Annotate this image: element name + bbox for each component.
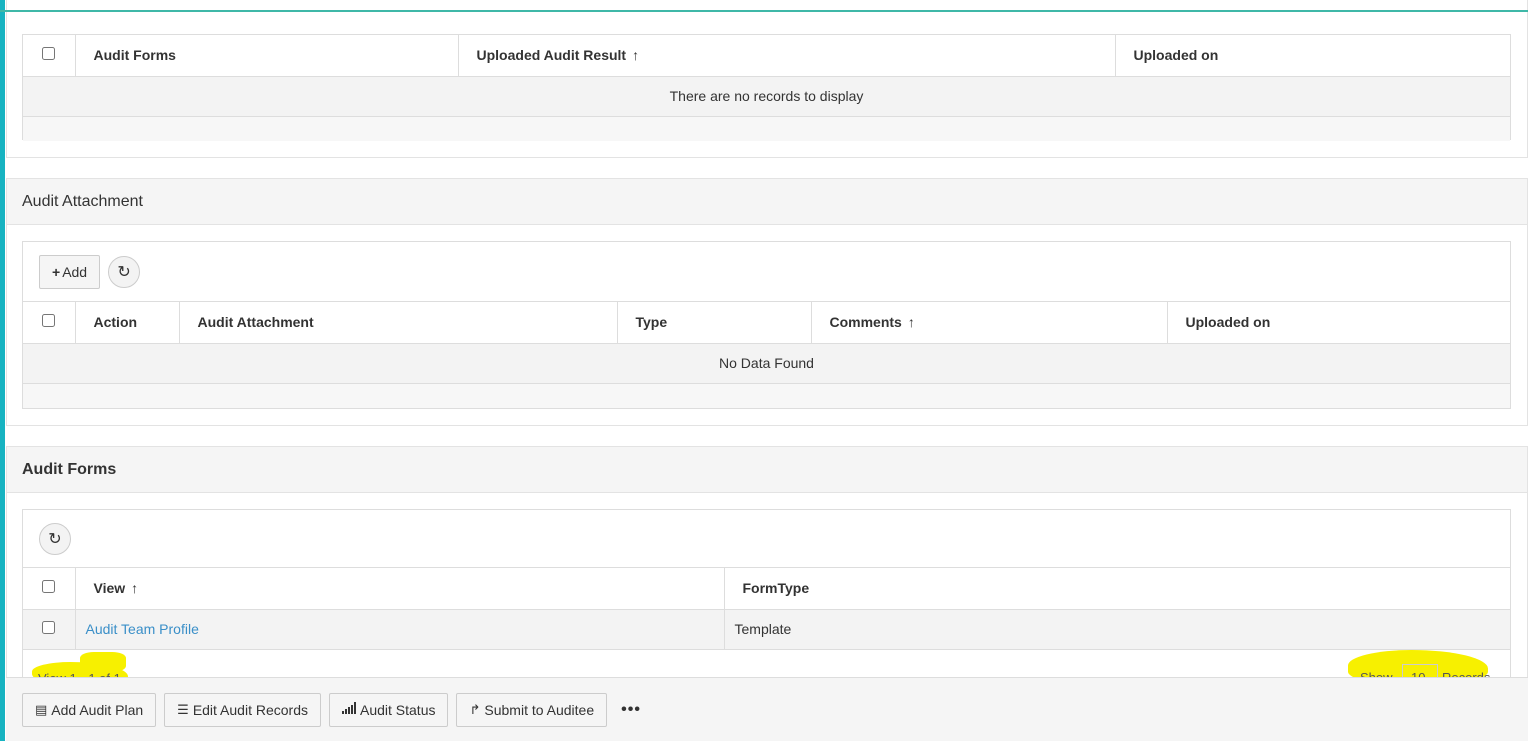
select-all-checkbox[interactable]	[42, 47, 56, 61]
refresh-icon: ↻	[48, 530, 62, 548]
col-audit-attachment[interactable]: Audit Attachment	[179, 302, 618, 344]
list-icon: ☰	[177, 701, 189, 717]
row-select-cell	[23, 609, 76, 650]
refresh-icon: ↻	[117, 263, 131, 281]
grid-footer	[23, 383, 1510, 408]
edit-audit-records-button[interactable]: ☰ Edit Audit Records	[164, 692, 321, 727]
select-all-cell	[23, 35, 76, 77]
audit-team-profile-link[interactable]: Audit Team Profile	[86, 621, 199, 637]
refresh-button[interactable]: ↻	[108, 255, 141, 288]
col-formtype[interactable]: FormType	[724, 568, 1510, 610]
left-accent-strip	[0, 0, 5, 741]
sort-up-icon: ↑	[907, 314, 915, 331]
bottom-action-bar: ▤ Add Audit Plan ☰ Edit Audit Records Audi…	[6, 677, 1528, 741]
select-all-checkbox[interactable]	[42, 314, 56, 328]
share-icon: ↱	[469, 701, 481, 717]
sort-up-icon: ↑	[131, 580, 139, 597]
add-audit-plan-button[interactable]: ▤ Add Audit Plan	[22, 692, 157, 727]
col-uploaded-audit-result[interactable]: Uploaded Audit Result ↑	[458, 35, 1116, 77]
empty-message: No Data Found	[23, 343, 1510, 384]
col-uploaded-on[interactable]: Uploaded on	[1115, 35, 1510, 77]
formtype-cell: Template	[724, 609, 1510, 650]
panel-title: Audit Attachment	[7, 179, 1527, 225]
calendar-icon: ▤	[35, 701, 48, 717]
highlight-mark-left-top	[80, 652, 126, 672]
submit-to-auditee-button[interactable]: ↱ Submit to Auditee	[456, 692, 608, 727]
refresh-button[interactable]: ↻	[39, 522, 71, 555]
plus-icon: +	[52, 263, 61, 280]
sort-up-icon: ↑	[632, 47, 640, 64]
col-comments[interactable]: Comments ↑	[811, 302, 1168, 344]
audit-status-button[interactable]: Audit Status	[328, 692, 449, 727]
audit-attachment-grid: + Add ↻ Action Audit Attachment Type Comm…	[22, 241, 1511, 409]
audit-forms-grid: ↻ View ↑ FormType Audit Team Profile Temp…	[22, 509, 1511, 679]
empty-message: There are no records to display	[23, 76, 1510, 117]
table-row: Audit Team Profile Template	[23, 609, 1510, 650]
row-checkbox[interactable]	[42, 621, 56, 634]
col-action[interactable]: Action	[75, 302, 180, 344]
select-all-cell	[23, 302, 76, 344]
col-uploaded-on[interactable]: Uploaded on	[1167, 302, 1510, 344]
select-all-cell	[23, 568, 76, 610]
grid-toolbar: + Add ↻	[23, 242, 1510, 302]
panel-title: Audit Forms	[7, 447, 1527, 493]
grid-footer	[23, 116, 1510, 141]
bar-chart-icon	[341, 702, 356, 717]
col-type[interactable]: Type	[617, 302, 812, 344]
more-options-icon[interactable]: •••	[621, 701, 641, 719]
col-audit-forms[interactable]: Audit Forms	[75, 35, 459, 77]
add-attachment-button[interactable]: + Add	[39, 254, 101, 289]
col-view[interactable]: View ↑	[75, 568, 725, 610]
view-cell: Audit Team Profile	[75, 609, 725, 650]
audit-result-grid: Audit Forms Uploaded Audit Result ↑ Uploa…	[22, 34, 1511, 141]
top-divider	[0, 10, 1528, 12]
grid-toolbar: ↻	[23, 510, 1510, 568]
select-all-checkbox[interactable]	[42, 580, 56, 594]
